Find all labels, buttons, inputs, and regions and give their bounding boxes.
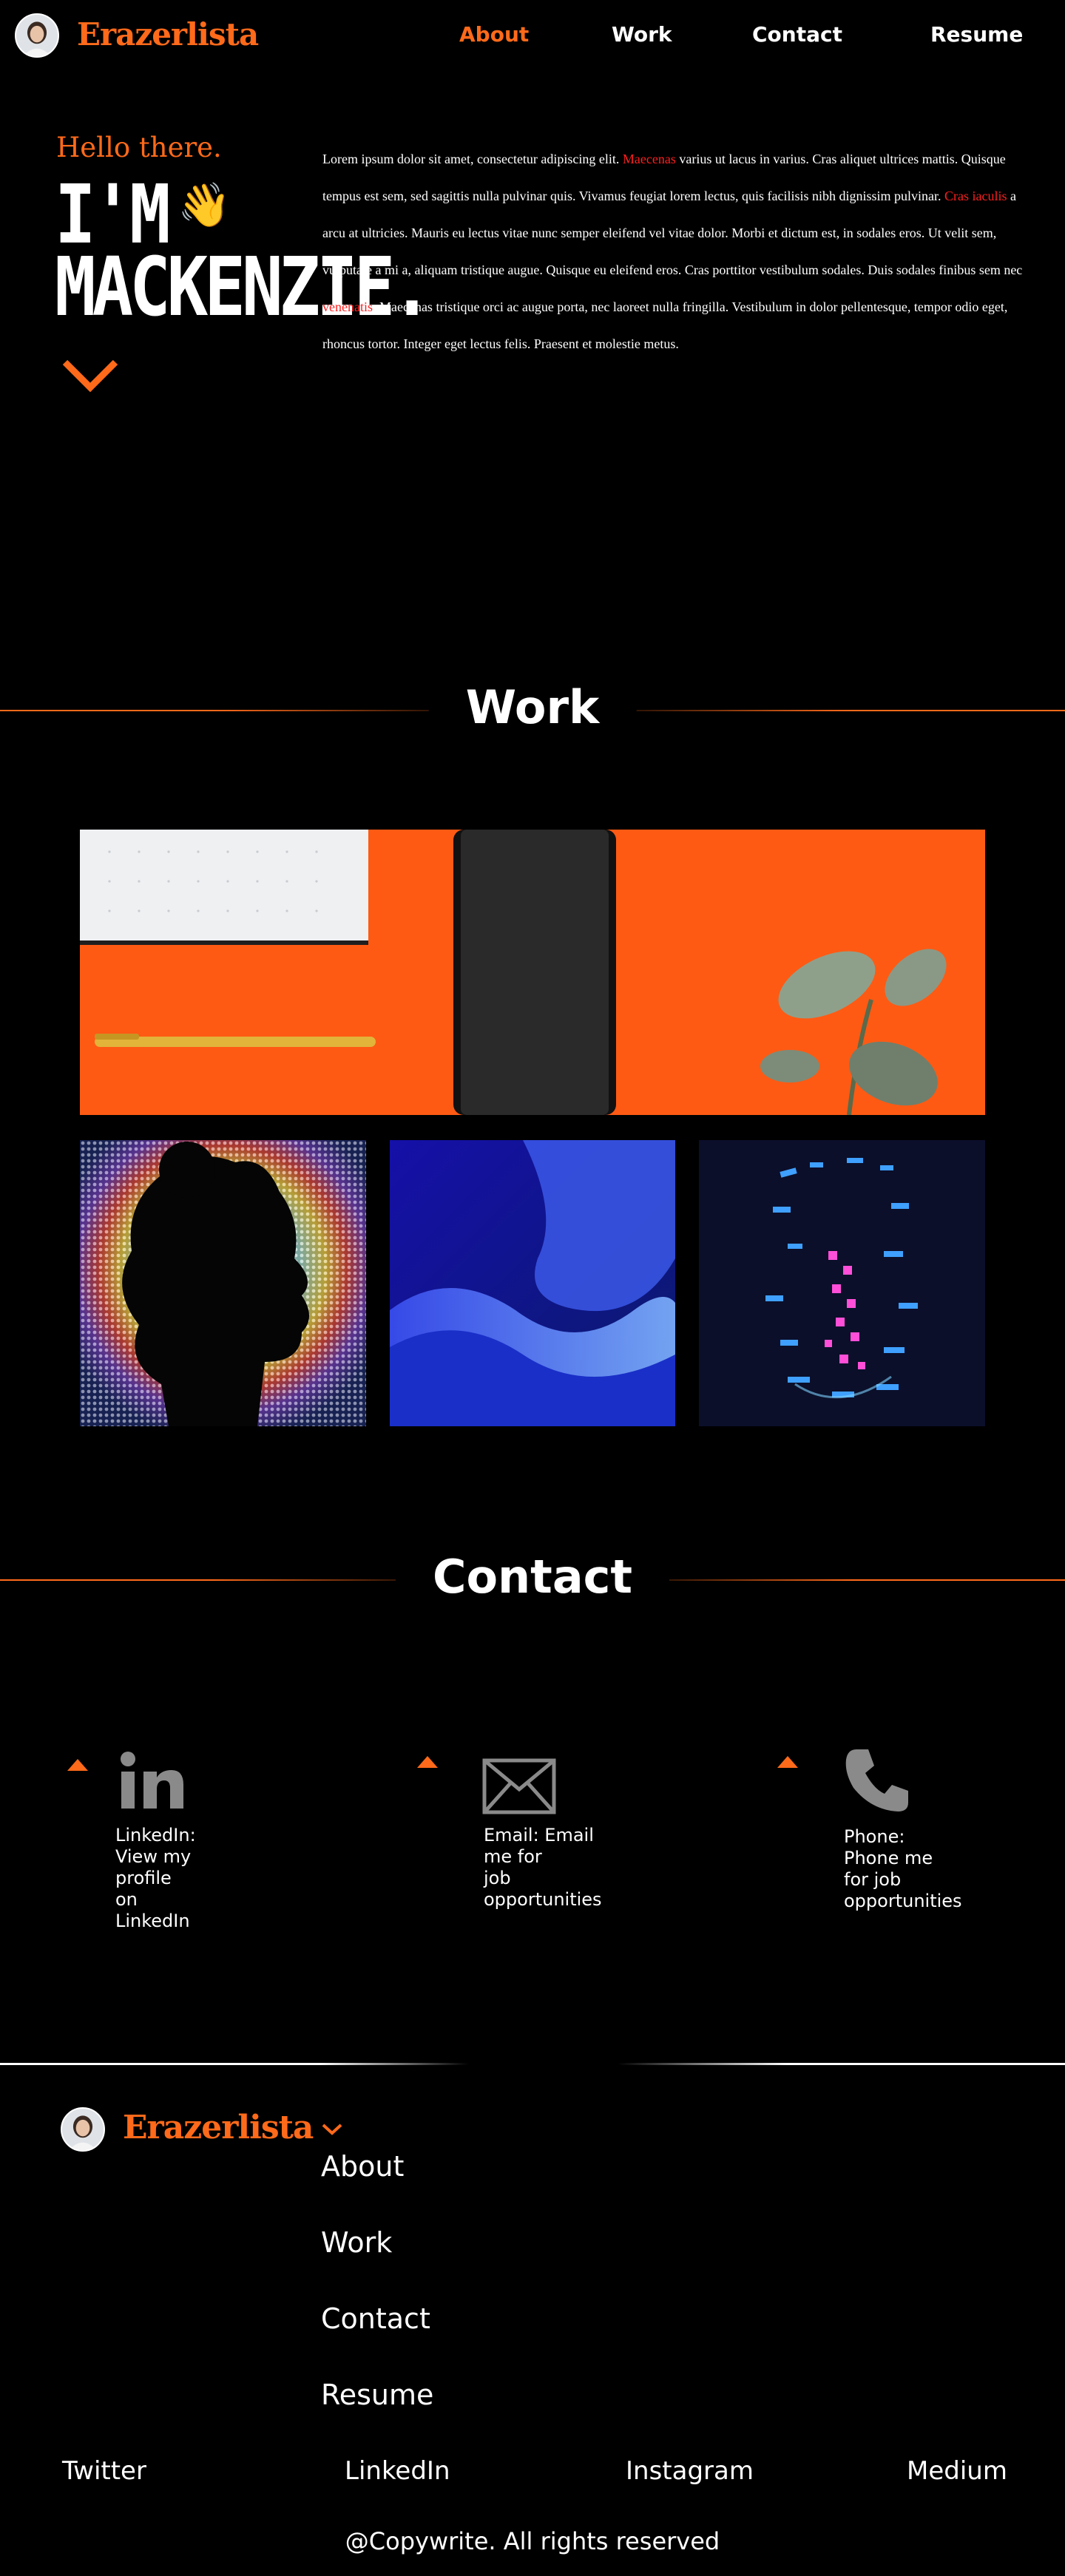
work-image-silhouette[interactable] xyxy=(80,1140,366,1426)
avatar-image xyxy=(16,15,58,56)
paragraph-text: . Maecenas tristique orci ac augue porta… xyxy=(322,299,1008,351)
contact-heading: Contact xyxy=(395,1550,670,1604)
contact-linkedin-text: LinkedIn: View my profile on LinkedIn xyxy=(115,1825,196,1932)
footer-divider xyxy=(0,2063,1065,2065)
work-heading: Work xyxy=(428,680,637,734)
contact-phone-text: Phone: Phone me for job opportunities xyxy=(844,1826,962,1912)
contact-phone-line2: for job opportunities xyxy=(844,1869,962,1911)
footer-nav-contact[interactable]: Contact xyxy=(321,2302,430,2335)
silhouette-photo xyxy=(80,1140,366,1426)
nav-link-resume[interactable]: Resume xyxy=(930,22,1023,47)
contact-phone-line1: Phone: Phone me xyxy=(844,1826,933,1868)
avatar-image xyxy=(62,2109,104,2150)
contact-email-line1: Email: Email me for xyxy=(484,1825,594,1867)
expand-arrow-icon[interactable] xyxy=(777,1755,799,1769)
inline-link[interactable]: Cras iaculis xyxy=(944,189,1007,203)
work-image-neon-spiral[interactable] xyxy=(699,1140,985,1426)
social-link-instagram[interactable]: Instagram xyxy=(626,2456,754,2486)
neon-spiral-art xyxy=(699,1140,985,1426)
nav-link-about[interactable]: About xyxy=(459,22,529,47)
social-link-medium[interactable]: Medium xyxy=(907,2456,1007,2486)
footer-brand-logo[interactable]: Erazerlista xyxy=(123,2109,314,2146)
expand-arrow-icon[interactable] xyxy=(67,1758,89,1772)
inline-link[interactable]: venenatis xyxy=(322,299,373,314)
contact-linkedin-line2: profile on LinkedIn xyxy=(115,1868,190,1931)
avatar[interactable] xyxy=(15,13,59,58)
footer-nav-about[interactable]: About xyxy=(321,2150,404,2183)
nav-link-contact[interactable]: Contact xyxy=(752,22,842,47)
footer-avatar[interactable] xyxy=(61,2107,105,2152)
footer-nav-resume[interactable]: Resume xyxy=(321,2379,433,2411)
hero-paragraph: Lorem ipsum dolor sit amet, consectetur … xyxy=(322,140,1035,362)
expand-arrow-icon[interactable] xyxy=(416,1755,439,1769)
work-image-desk[interactable] xyxy=(80,830,985,1115)
inline-link[interactable]: Maecenas xyxy=(623,152,676,166)
copyright: @Copywrite. All rights reserved xyxy=(345,2527,720,2555)
mail-icon[interactable] xyxy=(482,1758,556,1814)
scroll-down-chevron-icon[interactable] xyxy=(61,358,120,395)
paragraph-text: Lorem ipsum dolor sit amet, consectetur … xyxy=(322,152,623,166)
social-link-twitter[interactable]: Twitter xyxy=(62,2456,146,2486)
linkedin-icon[interactable] xyxy=(118,1751,185,1810)
social-link-linkedin[interactable]: LinkedIn xyxy=(345,2456,450,2486)
footer-nav-work[interactable]: Work xyxy=(321,2226,392,2259)
desk-photo xyxy=(80,830,985,1115)
phone-icon[interactable] xyxy=(842,1743,913,1814)
blue-wave-art xyxy=(390,1140,675,1426)
contact-linkedin-line1: LinkedIn: View my xyxy=(115,1825,196,1867)
contact-email-line2: job opportunities xyxy=(484,1868,602,1910)
brand-logo[interactable]: Erazerlista xyxy=(77,16,259,52)
contact-email-text: Email: Email me for job opportunities xyxy=(484,1825,602,1911)
footer-menu-chevron-icon[interactable] xyxy=(321,2122,343,2137)
nav-link-work[interactable]: Work xyxy=(612,22,672,47)
wave-icon: 👋 xyxy=(178,180,231,230)
work-image-blue-wave[interactable] xyxy=(390,1140,675,1426)
hero-greeting: Hello there. xyxy=(56,132,222,163)
